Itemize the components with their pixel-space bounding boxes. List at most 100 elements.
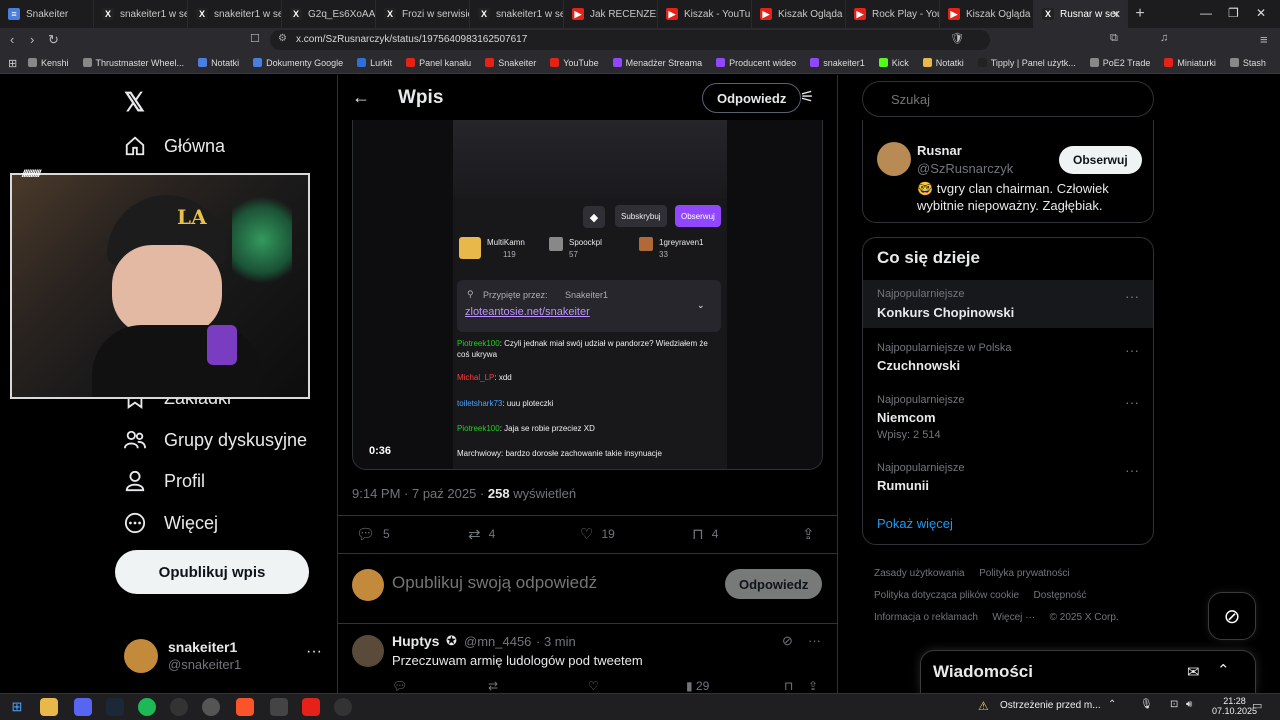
bookmark-item[interactable]: Notatki: [922, 58, 964, 68]
brave-icon[interactable]: [236, 698, 254, 716]
browser-tab[interactable]: X G2q_Es6XoAADd: [282, 0, 376, 28]
post-time[interactable]: 9:14 PM: [352, 486, 400, 501]
back-arrow-icon[interactable]: ←: [352, 87, 370, 108]
share-action[interactable]: ⇪: [802, 525, 823, 543]
heart-icon[interactable]: ♡: [588, 679, 599, 693]
brave-shield-icon[interactable]: 🛡: [950, 32, 964, 45]
footer-link[interactable]: Dostępność: [1034, 590, 1087, 601]
forward-icon[interactable]: ›: [30, 32, 34, 47]
bookmark-item[interactable]: Panel kanału: [406, 58, 471, 68]
filter-settings-icon[interactable]: ⚟: [800, 87, 814, 107]
reply-icon[interactable]: 💬︎: [392, 679, 407, 693]
post-video[interactable]: ◆ Subskrybuj Obserwuj MultiKamn 119 Spoo…: [352, 120, 823, 470]
url-field[interactable]: ⚙ x.com/SzRusnarczyk/status/197564098316…: [270, 30, 990, 50]
bookmark-item[interactable]: Producent wideo: [716, 58, 796, 68]
media-player-icon[interactable]: [334, 698, 352, 716]
trend-item[interactable]: Najpopularniejsze Konkurs Chopinowski ··…: [863, 280, 1153, 328]
browser-tab[interactable]: Xsnakeiter1 w serw: [470, 0, 564, 28]
menu-icon[interactable]: ≡: [1260, 32, 1268, 47]
pinned-message[interactable]: ⚲ Przypięte przez: Snakeiter1 zloteantos…: [457, 280, 721, 332]
trend-item[interactable]: Najpopularniejsze w Polska Czuchnowski ·…: [863, 338, 1153, 386]
back-icon[interactable]: ‹: [10, 32, 14, 47]
bookmark-item[interactable]: Lurkit: [357, 58, 392, 68]
bookmark-item[interactable]: Kenshi: [28, 58, 69, 68]
volume-icon[interactable]: 🔊︎: [1186, 699, 1192, 710]
reply-author-handle[interactable]: @mn_4456: [464, 634, 531, 649]
clock[interactable]: 21:28 07.10.2025: [1212, 696, 1257, 716]
post-date[interactable]: 7 paź 2025: [412, 486, 476, 501]
bookmark-item[interactable]: Stash: [1229, 58, 1266, 68]
like-action[interactable]: ♡ 19: [580, 525, 615, 543]
footer-link[interactable]: Więcej ···: [992, 612, 1035, 623]
nav-home[interactable]: Główna: [124, 135, 225, 157]
maximize-icon[interactable]: ❐: [1228, 6, 1239, 20]
microphone-icon[interactable]: 🎙︎: [1140, 699, 1153, 710]
bookmark-item[interactable]: PoE2 Trade: [1089, 58, 1150, 68]
grok-icon[interactable]: ⊘: [782, 633, 793, 649]
messages-drawer[interactable]: Wiadomości ✉ ⌃: [920, 650, 1256, 693]
bookmark-item[interactable]: Snakeiter: [485, 58, 536, 68]
bookmark-item[interactable]: Miniaturki: [1164, 58, 1216, 68]
account-switcher[interactable]: snakeiter1 @snakeiter1 ···: [124, 637, 336, 681]
footer-link[interactable]: Informacja o reklamach: [874, 612, 978, 623]
reload-icon[interactable]: ↻: [48, 32, 59, 48]
pinned-link[interactable]: zloteantosie.net/snakeiter: [465, 306, 590, 318]
nav-profile[interactable]: Profil: [124, 470, 205, 492]
app-icon[interactable]: [202, 698, 220, 716]
footer-link[interactable]: Polityka dotycząca plików cookie: [874, 590, 1019, 601]
footer-link[interactable]: Zasady użytkowania: [874, 568, 965, 579]
obs-icon[interactable]: [170, 698, 188, 716]
network-icon[interactable]: ⊡: [1170, 699, 1178, 710]
browser-tab[interactable]: Xsnakeiter1 w serw: [188, 0, 282, 28]
bookmark-item[interactable]: Kick: [878, 58, 909, 68]
bookmark-icon[interactable]: ⊓: [784, 679, 793, 693]
more-dots-icon[interactable]: ···: [1125, 342, 1139, 358]
x-logo-icon[interactable]: 𝕏: [124, 87, 145, 118]
steam-icon[interactable]: [106, 698, 124, 716]
bookmark-item[interactable]: Menadżer Streama: [612, 58, 702, 68]
avatar[interactable]: [877, 142, 911, 176]
file-explorer-icon[interactable]: [40, 698, 58, 716]
chevron-down-icon[interactable]: ⌄: [697, 300, 705, 311]
profile-handle[interactable]: @SzRusnarczyk: [917, 161, 1013, 176]
trend-item[interactable]: Najpopularniejsze Rumunii ···: [863, 458, 1153, 506]
browser-tab[interactable]: Xsnakeiter1 w serw: [94, 0, 188, 28]
app-icon[interactable]: [270, 698, 288, 716]
browser-tab[interactable]: ▶ Kiszak Ogląda Ko: [940, 0, 1034, 28]
site-info-icon[interactable]: ⚙: [278, 33, 287, 44]
bookmark-action[interactable]: ⊓ 4: [692, 525, 718, 543]
show-more-link[interactable]: Pokaż więcej: [877, 516, 953, 531]
new-tab-icon[interactable]: +: [1128, 5, 1152, 23]
follow-button[interactable]: Obserwuj: [1059, 146, 1142, 174]
bookmark-item[interactable]: Tipply | Panel użytk...: [977, 58, 1076, 68]
share-icon[interactable]: ⇪: [808, 679, 818, 693]
bookmark-item[interactable]: snakeiter1: [810, 58, 865, 68]
bits-icon[interactable]: ◆: [583, 206, 605, 228]
subscribe-button[interactable]: Subskrybuj: [615, 205, 667, 227]
reply-author-name[interactable]: Huptys: [392, 633, 439, 649]
browser-tab[interactable]: X Rusnar w ser ✕: [1034, 0, 1128, 28]
more-dots-icon[interactable]: ···: [1125, 462, 1139, 478]
discord-icon[interactable]: [74, 698, 92, 716]
bookmark-item[interactable]: YouTube: [550, 58, 599, 68]
browser-tab[interactable]: ▶ Kiszak - YouTube: [658, 0, 752, 28]
repost-action[interactable]: ⇄ 4: [468, 525, 495, 543]
reply-post[interactable]: Huptys ✪ @mn_4456 · 3 min ⊘ ··· Przeczuw…: [352, 633, 823, 693]
more-dots-icon[interactable]: ···: [1125, 394, 1139, 410]
close-window-icon[interactable]: ✕: [1256, 6, 1266, 20]
browser-tab[interactable]: X Frozi w serwisie X: [376, 0, 470, 28]
reply-submit-button[interactable]: Odpowiedz: [725, 569, 823, 599]
windows-start-icon[interactable]: ⊞: [8, 698, 26, 716]
bookmark-item[interactable]: Notatki: [198, 58, 239, 68]
notifications-icon[interactable]: ▭: [1252, 699, 1262, 712]
warning-text[interactable]: Ostrzeżenie przed m...: [1000, 700, 1101, 711]
minimize-icon[interactable]: —: [1200, 6, 1212, 20]
bookmark-item[interactable]: Dokumenty Google: [253, 58, 343, 68]
follow-stream-button[interactable]: Obserwuj: [675, 205, 721, 227]
more-dots-icon[interactable]: ···: [808, 633, 821, 648]
reply-action[interactable]: 💬︎ 5: [356, 525, 390, 543]
app-icon[interactable]: [302, 698, 320, 716]
apps-grid-icon[interactable]: ⊞: [8, 57, 17, 70]
repost-icon[interactable]: ⇄: [488, 679, 498, 693]
browser-tab[interactable]: ≡ Snakeiter: [0, 0, 94, 28]
